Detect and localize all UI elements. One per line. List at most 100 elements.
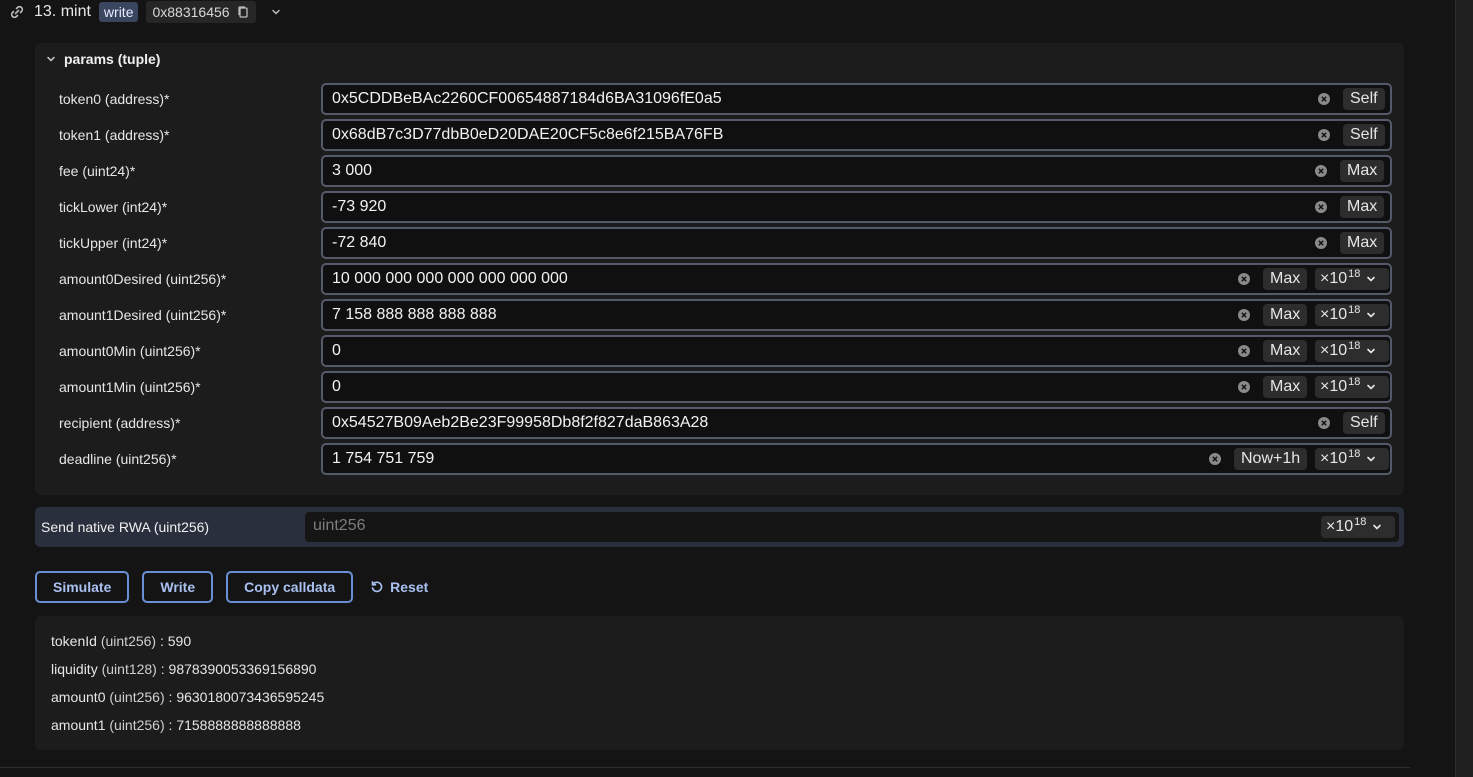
self-button[interactable]: Self [1343, 124, 1385, 146]
input-value[interactable]: 0x5CDDBeBAc2260CF00654887184d6BA31096fE0… [332, 90, 722, 108]
param-label: token1 (address)* [59, 127, 170, 143]
simulate-button[interactable]: Simulate [35, 571, 130, 603]
section-divider [0, 767, 1410, 768]
chevron-down-icon [1365, 345, 1377, 357]
self-button[interactable]: Self [1343, 88, 1385, 110]
result-value: 590 [167, 633, 192, 649]
clear-icon[interactable] [1317, 416, 1331, 430]
param-row-amount0desired: amount0Desired (uint256)* 10 000 000 000… [35, 263, 1404, 295]
unit-exponent: 18 [1348, 268, 1361, 280]
chevron-down-icon [1365, 273, 1377, 285]
clear-icon[interactable] [1237, 308, 1251, 322]
result-name: amount0 [51, 689, 106, 705]
input-value[interactable]: 0x54527B09Aeb2Be23F99958Db8f2f827daB863A… [332, 414, 708, 432]
params-toggle[interactable]: params (tuple) [45, 51, 160, 67]
unit-exponent: 18 [1348, 340, 1361, 352]
max-button[interactable]: Max [1340, 232, 1385, 254]
param-input-token0[interactable]: 0x5CDDBeBAc2260CF00654887184d6BA31096fE0… [321, 83, 1392, 115]
unit-select[interactable]: ×10 18 [1315, 376, 1389, 398]
reset-button[interactable]: Reset [370, 579, 428, 595]
native-value-field[interactable]: ×1018 [305, 512, 1399, 542]
self-button[interactable]: Self [1343, 412, 1385, 434]
unit-exponent: 18 [1354, 516, 1367, 528]
unit-select[interactable]: ×10 18 [1315, 340, 1389, 362]
write-button[interactable]: Write [142, 571, 214, 603]
result-line: amount0 (uint256) : 9630180073436595245 [51, 689, 324, 705]
unit-select[interactable]: ×10 18 [1315, 304, 1389, 326]
clear-icon[interactable] [1314, 236, 1328, 250]
function-title: 13. mint [34, 3, 91, 20]
input-value[interactable]: 10 000 000 000 000 000 000 000 [332, 270, 568, 288]
result-name: tokenId [51, 633, 97, 649]
param-label: recipient (address)* [59, 415, 181, 431]
param-input-fee[interactable]: 3 000 Max [321, 155, 1392, 187]
max-button[interactable]: Max [1263, 340, 1308, 362]
result-separator: : [168, 689, 173, 705]
param-input-recipient[interactable]: 0x54527B09Aeb2Be23F99958Db8f2f827daB863A… [321, 407, 1392, 439]
param-label: amount0Desired (uint256)* [59, 271, 227, 287]
max-button[interactable]: Max [1263, 268, 1308, 290]
clear-icon[interactable] [1314, 200, 1328, 214]
input-value[interactable]: 0 [332, 378, 341, 396]
param-row-fee: fee (uint24)* 3 000 Max [35, 155, 1404, 187]
link-icon[interactable] [8, 3, 26, 21]
input-value[interactable]: 0x68dB7c3D77dbB0eD20DAE20CF5c8e6f215BA76… [332, 126, 723, 144]
result-type: (uint256) [109, 717, 165, 733]
max-button[interactable]: Max [1263, 304, 1308, 326]
clear-icon[interactable] [1314, 164, 1328, 178]
param-input-amount1min[interactable]: 0 Max ×10 18 [321, 371, 1392, 403]
input-value[interactable]: 0 [332, 342, 341, 360]
param-input-deadline[interactable]: 1 754 751 759 Now+1h ×10 18 [321, 443, 1392, 475]
clear-icon[interactable] [1317, 92, 1331, 106]
params-title: params (tuple) [64, 51, 161, 67]
clear-icon[interactable] [1317, 128, 1331, 142]
param-label: amount1Desired (uint256)* [59, 307, 227, 323]
clear-icon[interactable] [1237, 380, 1251, 394]
param-row-amount1desired: amount1Desired (uint256)* 7 158 888 888 … [35, 299, 1404, 331]
copy-icon[interactable] [236, 5, 250, 19]
unit-base: ×10 [1320, 270, 1348, 287]
results-panel: tokenId (uint256) : 590 liquidity (uint1… [35, 616, 1404, 750]
native-value-input[interactable] [313, 517, 1213, 535]
chevron-down-icon[interactable] [270, 6, 282, 18]
clear-icon[interactable] [1237, 272, 1251, 286]
max-button[interactable]: Max [1340, 160, 1385, 182]
param-row-amount1min: amount1Min (uint256)* 0 Max ×10 18 [35, 371, 1404, 403]
unit-exponent: 18 [1348, 304, 1361, 316]
input-value[interactable]: -73 920 [332, 198, 386, 216]
param-input-amount1desired[interactable]: 7 158 888 888 888 888 Max ×10 18 [321, 299, 1392, 331]
result-value: 9630180073436595245 [176, 689, 325, 705]
function-selector: 0x88316456 [146, 1, 256, 23]
param-input-amount0min[interactable]: 0 Max ×10 18 [321, 335, 1392, 367]
scrollbar[interactable] [1455, 0, 1473, 777]
input-value[interactable]: 1 754 751 759 [332, 450, 434, 468]
input-value[interactable]: 7 158 888 888 888 888 [332, 306, 497, 324]
unit-base: ×10 [1320, 342, 1348, 359]
param-input-ticklower[interactable]: -73 920 Max [321, 191, 1392, 223]
param-label: amount1Min (uint256)* [59, 379, 201, 395]
param-row-token0: token0 (address)* 0x5CDDBeBAc2260CF00654… [35, 83, 1404, 115]
param-row-recipient: recipient (address)* 0x54527B09Aeb2Be23F… [35, 407, 1404, 439]
unit-select[interactable]: ×10 18 [1315, 448, 1389, 470]
copy-calldata-button[interactable]: Copy calldata [226, 571, 354, 603]
param-label: amount0Min (uint256)* [59, 343, 201, 359]
param-input-amount0desired[interactable]: 10 000 000 000 000 000 000 000 Max ×10 18 [321, 263, 1392, 295]
input-value[interactable]: 3 000 [332, 162, 372, 180]
param-row-deadline: deadline (uint256)* 1 754 751 759 Now+1h… [35, 443, 1404, 475]
function-header: 13. mint write 0x88316456 [8, 0, 282, 24]
param-input-token1[interactable]: 0x68dB7c3D77dbB0eD20DAE20CF5c8e6f215BA76… [321, 119, 1392, 151]
max-button[interactable]: Max [1340, 196, 1385, 218]
max-button[interactable]: Max [1263, 376, 1308, 398]
result-separator: : [160, 661, 165, 677]
clear-icon[interactable] [1208, 452, 1222, 466]
clear-icon[interactable] [1237, 344, 1251, 358]
now-plus-1h-button[interactable]: Now+1h [1234, 448, 1308, 470]
result-type: (uint256) [100, 633, 157, 649]
param-label: tickLower (int24)* [59, 199, 168, 215]
input-value[interactable]: -72 840 [332, 234, 386, 252]
unit-select[interactable]: ×10 18 [1315, 268, 1389, 290]
unit-select[interactable]: ×10 18 [1321, 516, 1395, 538]
param-input-tickupper[interactable]: -72 840 Max [321, 227, 1392, 259]
chevron-down-icon [1365, 309, 1377, 321]
function-card: 13. mint write 0x88316456 params (tuple)… [0, 0, 1473, 777]
